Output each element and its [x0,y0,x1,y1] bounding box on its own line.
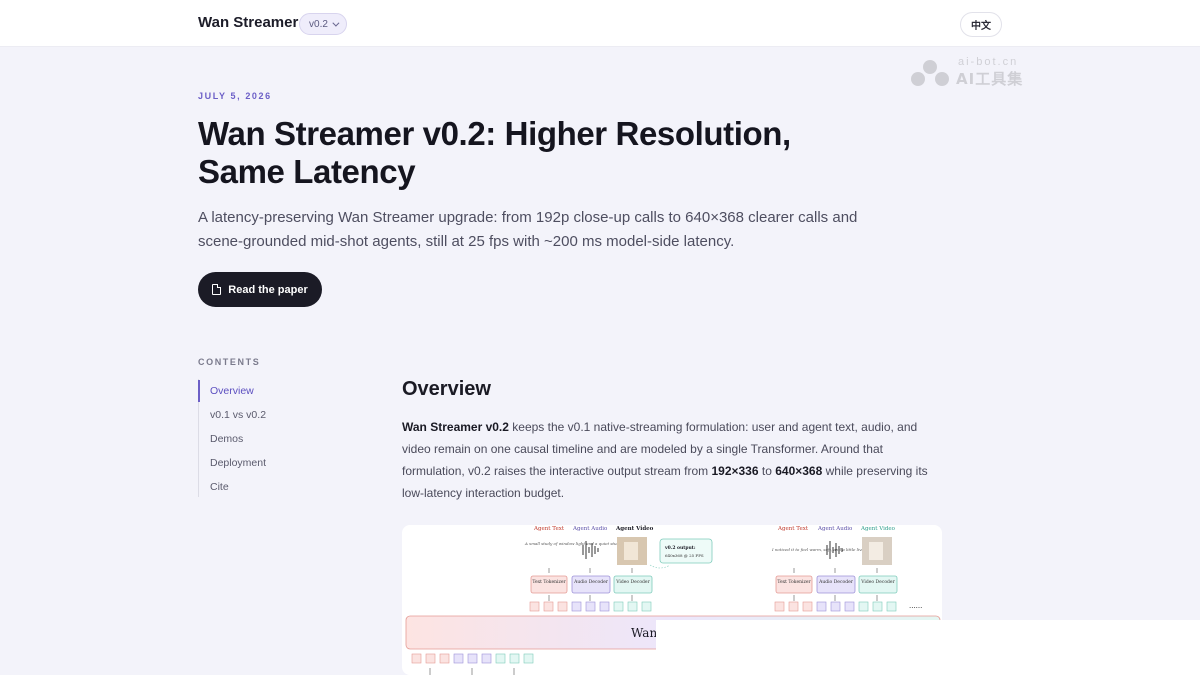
table-of-contents: Overview v0.1 vs v0.2 Demos Deployment C… [198,379,358,499]
callout-title: v0.2 output: [664,545,696,551]
version-label: v0.2 [309,18,328,30]
para-text-2: to [758,464,776,478]
toc-item-cite[interactable]: Cite [198,475,358,499]
toc-item-deployment[interactable]: Deployment [198,451,358,475]
chevron-down-icon [332,19,340,27]
text-tokenizer-label-right: Text Tokenizer [777,579,811,585]
token-row-top-left [529,601,652,612]
callout-body: 640x368 @ 25 FPS [665,553,704,558]
para-bold-name: Wan Streamer v0.2 [402,420,509,434]
caption-right: I noticed it to feel warm, soft, and a l… [771,547,873,552]
audio-decoder-label-left: Audio Decoder [573,579,609,585]
read-paper-label: Read the paper [228,283,308,296]
video-decoder-label-left: Video Decoder [615,579,650,585]
language-toggle-button[interactable]: 中文 [960,12,1002,37]
label-agent-audio-left: Agent Audio [572,526,608,532]
watermark-url: ai-bot.cn [958,56,1019,68]
robot-logo-icon [911,60,949,86]
audio-decoder-label-right: Audio Decoder [818,579,854,585]
token-row-bottom [411,653,534,664]
toc-item-v01-vs-v02[interactable]: v0.1 vs v0.2 [198,403,358,427]
token-row-top-right [774,601,897,612]
loading-overlay [656,620,1200,675]
section-title-overview: Overview [402,378,491,400]
text-tokenizer-label-left: Text Tokenizer [532,579,566,585]
video-decoder-label-right: Video Decoder [860,579,895,585]
read-paper-button[interactable]: Read the paper [198,272,322,307]
ellipsis-text: ...... [909,602,922,610]
label-agent-video-left: Agent Video [615,526,654,532]
para-bold-res-new: 640×368 [775,464,823,478]
toc-item-demos[interactable]: Demos [198,427,358,451]
watermark: ai-bot.cn AI工具集 [908,56,1048,92]
para-bold-res-old: 192×336 [711,464,759,478]
transformer-label: Wan [631,626,657,640]
label-agent-audio-right: Agent Audio [817,526,853,532]
page-title: Wan Streamer v0.2: Higher Resolution, Sa… [198,115,791,190]
version-dropdown[interactable]: v0.2 [299,13,347,35]
toc-item-overview[interactable]: Overview [198,379,358,403]
label-agent-text-right: Agent Text [777,526,809,532]
document-icon [212,284,222,295]
label-agent-video-right: Agent Video [860,526,896,532]
toc-heading: CONTENTS [198,357,261,367]
post-date: JULY 5, 2026 [198,91,272,101]
output-callout [659,538,713,564]
overview-paragraph: Wan Streamer v0.2 keeps the v0.1 native-… [402,416,947,504]
watermark-text: AI工具集 [956,70,1024,88]
brand-name[interactable]: Wan Streamer [198,14,298,31]
top-navbar: Wan Streamer v0.2 中文 [0,0,1200,47]
label-agent-text-left: Agent Text [533,526,565,532]
page-subtitle: A latency-preserving Wan Streamer upgrad… [198,209,858,250]
